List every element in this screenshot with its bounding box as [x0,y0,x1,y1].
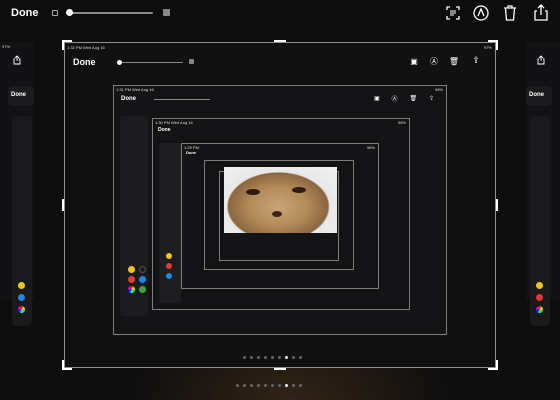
dog-eye-left [246,189,260,195]
color-swatch-yellow [166,253,172,259]
side-done-label: Done [11,92,26,98]
page-dot-active[interactable] [285,384,288,387]
dog-nose [272,211,282,217]
color-swatch-red [128,276,135,283]
nested-2-battery: 98% [397,120,406,125]
bottom-page-indicator[interactable] [236,384,302,387]
nested-1-battery: 98% [434,87,443,92]
page-dot[interactable] [292,384,295,387]
crop-handle-bottom[interactable] [274,368,286,370]
stroke-slider[interactable] [68,12,153,14]
page-dot[interactable] [278,356,281,359]
nested-3-battery: 98% [366,145,375,150]
nested-1-palette [128,266,147,293]
side-card: Done [8,86,34,106]
page-dot[interactable] [299,384,302,387]
side-done-label: Done [529,92,544,98]
color-swatch-blue [18,294,25,301]
page-dot[interactable] [243,384,246,387]
color-swatch-black [139,266,146,273]
color-wheel-icon [536,306,543,313]
page-dot[interactable] [271,384,274,387]
page-dot-active[interactable] [285,356,288,359]
page-indicator[interactable] [243,356,302,359]
page-dot[interactable] [257,384,260,387]
color-swatch-blue [139,276,146,283]
color-swatch-red [536,294,543,301]
preview-slider-knob [117,60,122,65]
color-swatch-green [139,286,146,293]
side-share-icon [536,55,546,65]
side-card: Done [526,86,552,106]
nested-1-done: Done [121,96,136,102]
crop-handle-bottom-right[interactable] [488,360,498,370]
side-toolstrip [12,116,32,326]
color-wheel-icon [128,286,135,293]
nested-3-done: Done [186,150,196,155]
color-swatch-yellow [128,266,135,273]
page-dot[interactable] [250,356,253,359]
dog-eye-right [292,187,306,193]
nested-1-slider [154,99,210,100]
preview-slider [119,62,183,63]
crop-handle-left[interactable] [62,199,64,211]
nested-2-done: Done [158,127,171,133]
page-dot[interactable] [271,356,274,359]
nested-1-toolstrip [120,116,148,316]
thin-stroke-icon [52,10,58,16]
color-wheel-icon [18,306,25,313]
crop-handle-top-right[interactable] [488,40,498,50]
nested-2-time: 1:30 PM Wed Aug 16 [155,120,193,125]
color-swatch-yellow [536,282,543,289]
screenshot-preview[interactable]: 1:32 PM Wed Aug 16 97% Done ▣ Ⓐ 🗑 ⇪ 1:31… [64,42,496,368]
page-dot[interactable] [243,356,246,359]
side-toolstrip [530,116,550,326]
color-swatch-red [166,263,172,269]
preview-trash-icon: 🗑 [448,56,460,66]
stroke-slider-knob[interactable] [66,9,73,16]
dog-photo [224,167,337,233]
markup-pen-icon[interactable] [472,4,490,22]
nested-1-toolbar-icons: ▣ Ⓐ 🗑 ⇪ [374,95,434,103]
top-toolbar: Done [0,0,560,28]
text-recognition-icon[interactable] [445,5,461,21]
preview-share-icon: ⇪ [472,54,480,65]
crop-handle-right[interactable] [496,199,498,211]
thick-stroke-icon [163,9,170,16]
previous-screenshot-preview[interactable]: 97% Done [0,42,34,326]
crop-handle-bottom-left[interactable] [62,360,72,370]
page-dot[interactable] [264,384,267,387]
side-share-icon [12,55,22,65]
done-button[interactable]: Done [11,7,39,19]
preview-markup-icon: Ⓐ [430,56,438,66]
page-dot[interactable] [264,356,267,359]
preview-thick-icon [189,59,194,64]
page-dot[interactable] [257,356,260,359]
page-dot[interactable] [236,384,239,387]
crop-handle-top[interactable] [274,40,286,42]
preview-text-recognition-icon: ▣ [410,56,418,66]
preview-done-label: Done [73,57,96,67]
nested-2-toolstrip [159,143,181,303]
page-dot[interactable] [278,384,281,387]
color-swatch-blue [166,273,172,279]
page-dot[interactable] [299,356,302,359]
side-status-battery: 97% [2,44,11,49]
trash-icon[interactable] [502,4,518,22]
page-dot[interactable] [250,384,253,387]
crop-handle-top-left[interactable] [62,40,72,50]
preview-status-time: 1:32 PM Wed Aug 16 [67,45,105,50]
next-screenshot-preview[interactable]: Done [526,42,560,326]
share-icon[interactable] [533,3,549,21]
nested-1-time: 1:31 PM Wed Aug 16 [116,87,154,92]
page-dot[interactable] [292,356,295,359]
color-swatch-yellow [18,282,25,289]
